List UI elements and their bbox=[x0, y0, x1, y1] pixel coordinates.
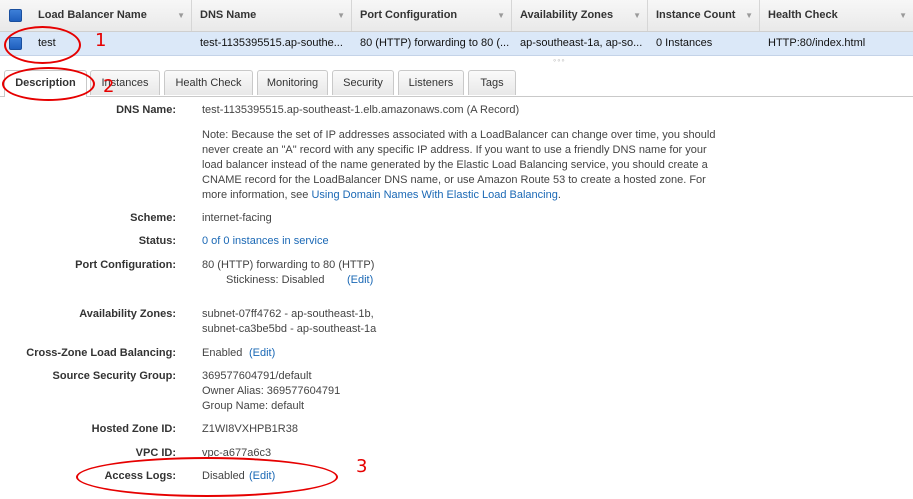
tab-health-check[interactable]: Health Check bbox=[164, 70, 253, 95]
ssg-label: Source Security Group: bbox=[52, 370, 176, 382]
az-subnet-1: subnet-07ff4762 - ap-southeast-1b, bbox=[202, 308, 374, 320]
dns-value: test-1135395515.ap-southeast-1.elb.amazo… bbox=[202, 104, 520, 116]
crosszone-value: Enabled bbox=[202, 347, 243, 359]
cell-instances: 0 Instances bbox=[656, 37, 713, 49]
sort-icon: ▼ bbox=[497, 11, 505, 20]
cell-health: HTTP:80/index.html bbox=[768, 37, 866, 49]
az-label: Availability Zones: bbox=[79, 308, 176, 320]
status-label: Status: bbox=[138, 235, 176, 247]
sort-icon: ▼ bbox=[177, 11, 185, 20]
scheme-value: internet-facing bbox=[202, 212, 272, 224]
tab-listeners[interactable]: Listeners bbox=[398, 70, 464, 95]
stickiness-edit-link[interactable]: (Edit) bbox=[347, 273, 373, 288]
tab-tags[interactable]: Tags bbox=[468, 70, 516, 95]
col-header-dns[interactable]: DNS Name ▼ bbox=[192, 0, 352, 31]
col-header-zones[interactable]: Availability Zones ▼ bbox=[512, 0, 648, 31]
sort-icon: ▼ bbox=[337, 11, 345, 20]
sort-icon: ▼ bbox=[633, 11, 641, 20]
tab-instances[interactable]: Instances bbox=[90, 70, 160, 95]
ssg-group: Group Name: default bbox=[202, 400, 305, 412]
tab-security[interactable]: Security bbox=[332, 70, 394, 95]
tab-monitoring[interactable]: Monitoring bbox=[257, 70, 328, 95]
dns-label: DNS Name: bbox=[116, 104, 176, 116]
col-header-health[interactable]: Health Check ▼ bbox=[760, 0, 913, 31]
detail-tabs: Description Instances Health Check Monit… bbox=[0, 70, 913, 97]
vpc-label: VPC ID: bbox=[135, 447, 176, 459]
cell-dns: test-1135395515.ap-southe... bbox=[200, 37, 343, 49]
ssg-owner: Owner Alias: 369577604791 bbox=[202, 385, 341, 397]
select-all-checkbox[interactable] bbox=[9, 9, 22, 22]
annotation-oval-3 bbox=[76, 457, 338, 497]
crosszone-edit-link[interactable]: (Edit) bbox=[249, 346, 275, 361]
dns-note: Note: Because the set of IP addresses as… bbox=[202, 129, 716, 201]
annotation-oval-2 bbox=[2, 67, 95, 101]
dns-help-link[interactable]: Using Domain Names With Elastic Load Bal… bbox=[311, 189, 557, 201]
port-config-label: Port Configuration: bbox=[75, 259, 176, 271]
cell-zones: ap-southeast-1a, ap-so... bbox=[520, 37, 643, 49]
scheme-label: Scheme: bbox=[130, 212, 176, 224]
cell-port: 80 (HTTP) forwarding to 80 (... bbox=[360, 37, 510, 49]
port-config-value: 80 (HTTP) forwarding to 80 (HTTP) bbox=[202, 259, 375, 271]
stickiness-value: Stickiness: Disabled bbox=[226, 274, 325, 286]
col-header-instances[interactable]: Instance Count ▼ bbox=[648, 0, 760, 31]
annotation-number-2: 2 bbox=[103, 76, 115, 97]
ssg-value: 369577604791/default bbox=[202, 370, 312, 382]
col-header-port[interactable]: Port Configuration ▼ bbox=[352, 0, 512, 31]
annotation-oval-1 bbox=[4, 26, 81, 64]
annotation-number-1: 1 bbox=[95, 30, 107, 51]
az-subnet-2: subnet-ca3be5bd - ap-southeast-1a bbox=[202, 323, 377, 335]
sort-icon: ▼ bbox=[899, 11, 907, 20]
status-link[interactable]: 0 of 0 instances in service bbox=[202, 234, 329, 249]
crosszone-label: Cross-Zone Load Balancing: bbox=[26, 347, 176, 359]
resize-grip-icon[interactable]: ◦◦◦ bbox=[553, 55, 566, 65]
annotation-number-3: 3 bbox=[356, 456, 368, 477]
table-row[interactable]: test test-1135395515.ap-southe... 80 (HT… bbox=[0, 32, 913, 56]
table-header: Load Balancer Name ▼ DNS Name ▼ Port Confi… bbox=[0, 0, 913, 32]
sort-icon: ▼ bbox=[745, 11, 753, 20]
hosted-zone-value: Z1WI8VXHPB1R38 bbox=[202, 423, 298, 435]
hosted-zone-label: Hosted Zone ID: bbox=[91, 423, 176, 435]
